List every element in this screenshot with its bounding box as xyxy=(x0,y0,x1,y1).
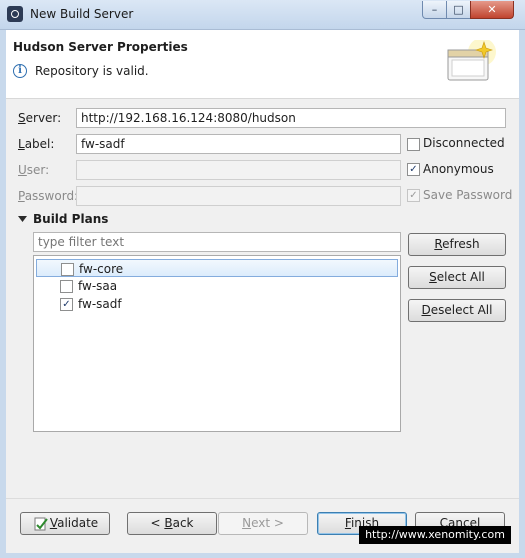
filter-input[interactable] xyxy=(33,232,401,252)
password-label: Password: xyxy=(18,189,79,203)
maximize-button[interactable]: □ xyxy=(446,1,471,19)
window-title: New Build Server xyxy=(30,7,134,21)
save-password-checkbox[interactable]: ✓ xyxy=(407,189,420,202)
refresh-button[interactable]: Refresh xyxy=(408,233,506,256)
triangle-down-icon[interactable] xyxy=(18,215,27,224)
item-label: fw-core xyxy=(79,262,124,276)
item-checkbox[interactable] xyxy=(60,280,73,293)
watermark: http://www.xenomity.com xyxy=(359,526,511,544)
validate-button[interactable]: Validate xyxy=(20,512,110,535)
item-checkbox[interactable] xyxy=(61,263,74,276)
validate-icon xyxy=(34,517,48,531)
close-button[interactable]: ✕ xyxy=(470,1,514,19)
disconnected-label: Disconnected xyxy=(423,136,505,150)
minimize-button[interactable]: – xyxy=(422,1,447,19)
disconnected-checkbox[interactable] xyxy=(407,138,420,151)
anonymous-label: Anonymous xyxy=(423,162,494,176)
build-plans-heading[interactable]: Build Plans xyxy=(33,212,108,226)
user-label: User: xyxy=(18,163,50,177)
item-label: fw-sadf xyxy=(78,297,122,311)
anonymous-checkbox[interactable]: ✓ xyxy=(407,163,420,176)
deselect-all-button[interactable]: Deselect All xyxy=(408,299,506,322)
build-plans-list[interactable]: fw-core fw-saa ✓ fw-sadf xyxy=(33,255,401,432)
server-url-field[interactable]: http://192.168.16.124:8080/hudson xyxy=(76,108,506,128)
password-field[interactable] xyxy=(76,186,401,206)
list-item[interactable]: fw-core xyxy=(36,259,398,277)
item-label: fw-saa xyxy=(78,279,118,293)
status-message: Repository is valid. xyxy=(35,64,149,78)
item-checkbox[interactable]: ✓ xyxy=(60,298,73,311)
info-icon: i xyxy=(13,64,27,78)
server-label: Server: xyxy=(18,111,62,125)
list-item[interactable]: fw-saa xyxy=(36,277,398,295)
page-title: Hudson Server Properties xyxy=(13,40,188,54)
back-button[interactable]: < Back xyxy=(127,512,217,535)
select-all-button[interactable]: Select All xyxy=(408,266,506,289)
user-field[interactable] xyxy=(76,160,401,180)
label-field[interactable]: fw-sadf xyxy=(76,134,401,154)
wizard-banner-icon xyxy=(447,40,496,81)
next-button[interactable]: Next > xyxy=(218,512,308,535)
list-item[interactable]: ✓ fw-sadf xyxy=(36,295,398,313)
app-icon xyxy=(7,6,23,22)
label-label: Label: xyxy=(18,137,55,151)
save-password-label: Save Password xyxy=(423,188,513,202)
